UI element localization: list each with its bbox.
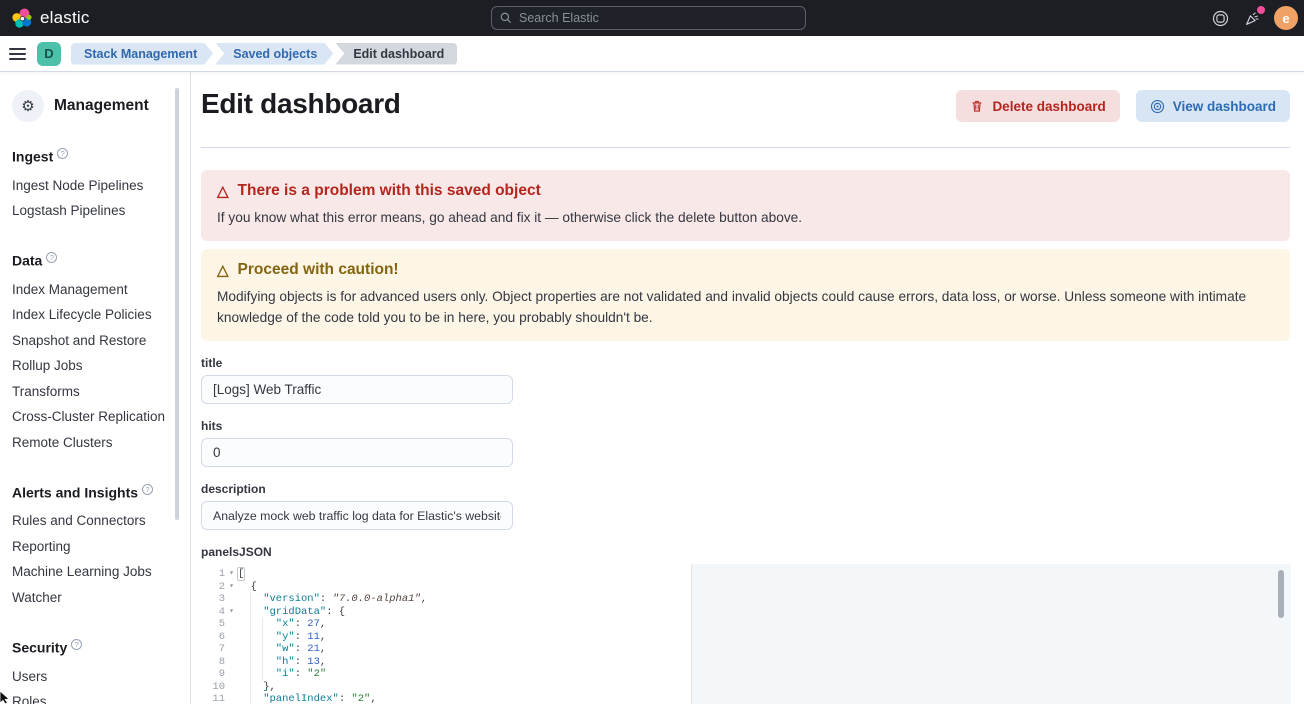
- sidebar-item-roles[interactable]: Roles: [12, 691, 190, 704]
- code-line[interactable]: 3"version": "7.0.0-alpha1",: [201, 593, 1291, 606]
- code-line[interactable]: 9"i": "2": [201, 668, 1291, 681]
- sidebar-section-title: Security?: [12, 639, 190, 656]
- hits-input[interactable]: [201, 438, 513, 467]
- gear-icon: ⚙: [12, 90, 44, 122]
- error-callout: △︎ There is a problem with this saved ob…: [201, 170, 1290, 241]
- inspect-icon: [1150, 99, 1165, 114]
- main-content: Edit dashboard Delete dashboard View das…: [191, 72, 1304, 704]
- code-line[interactable]: 5"x": 27,: [201, 618, 1291, 631]
- warning-callout-title: Proceed with caution!: [238, 261, 399, 279]
- fold-arrow-icon[interactable]: ▾: [225, 581, 238, 594]
- code-line[interactable]: 7"w": 21,: [201, 643, 1291, 656]
- sidebar-item-transforms[interactable]: Transforms: [12, 381, 190, 403]
- sidebar-item-ingest-node-pipelines[interactable]: Ingest Node Pipelines: [12, 175, 190, 197]
- description-field-label: description: [201, 482, 1290, 496]
- divider: [201, 147, 1290, 148]
- sidebar-item-logstash-pipelines[interactable]: Logstash Pipelines: [12, 200, 190, 222]
- elastic-logo-icon: [12, 8, 32, 28]
- elastic-logo[interactable]: elastic: [0, 8, 102, 28]
- panels-json-editor[interactable]: 1▾[2▾{3"version": "7.0.0-alpha1",4▾"grid…: [201, 564, 1291, 704]
- sidebar-item-cross-cluster-replication[interactable]: Cross-Cluster Replication: [12, 406, 190, 428]
- delete-dashboard-button[interactable]: Delete dashboard: [956, 90, 1119, 122]
- page-title: Edit dashboard: [201, 88, 401, 120]
- sidebar-item-reporting[interactable]: Reporting: [12, 536, 190, 558]
- cloud-deployment-button[interactable]: [1210, 8, 1230, 28]
- breadcrumb-current-page: Edit dashboard: [335, 43, 457, 65]
- sidebar-item-index-management[interactable]: Index Management: [12, 279, 190, 301]
- title-field-label: title: [201, 356, 1290, 370]
- global-search[interactable]: [491, 6, 806, 30]
- sidebar-item-remote-clusters[interactable]: Remote Clusters: [12, 432, 190, 454]
- question-in-circle-icon: ?: [142, 484, 153, 495]
- sidebar-item-index-lifecycle-policies[interactable]: Index Lifecycle Policies: [12, 304, 190, 326]
- sidebar: ⚙ Management Ingest? Ingest Node Pipeline…: [0, 72, 191, 704]
- logo-text: elastic: [40, 8, 90, 28]
- hamburger-icon: [9, 48, 26, 50]
- warning-triangle-icon: △︎: [217, 263, 229, 278]
- sidebar-item-snapshot-and-restore[interactable]: Snapshot and Restore: [12, 330, 190, 352]
- breadcrumb: Stack Management Saved objects Edit dash…: [71, 43, 459, 65]
- question-in-circle-icon: ?: [46, 252, 57, 263]
- newsfeed-button[interactable]: [1242, 8, 1262, 28]
- sidebar-section-title: Ingest?: [12, 148, 190, 165]
- breadcrumb-stack-management[interactable]: Stack Management: [71, 43, 213, 65]
- panelsjson-field-label: panelsJSON: [201, 545, 1290, 559]
- warning-callout: △︎ Proceed with caution! Modifying objec…: [201, 249, 1290, 341]
- sidebar-scrollbar[interactable]: [175, 88, 179, 520]
- question-in-circle-icon: ?: [71, 639, 82, 650]
- sidebar-item-machine-learning-jobs[interactable]: Machine Learning Jobs: [12, 561, 190, 583]
- hits-field-label: hits: [201, 419, 1290, 433]
- header-actions: e: [1210, 0, 1298, 36]
- fold-arrow-icon[interactable]: ▾: [225, 606, 238, 619]
- sidebar-nav: Ingest? Ingest Node Pipelines Logstash Pip…: [12, 148, 190, 704]
- mouse-cursor: [0, 691, 13, 704]
- space-avatar[interactable]: D: [37, 42, 61, 66]
- view-dashboard-label: View dashboard: [1173, 99, 1276, 114]
- app-header: elastic e: [0, 0, 1304, 36]
- title-input[interactable]: [201, 375, 513, 404]
- code-line[interactable]: 6"y": 11,: [201, 631, 1291, 644]
- code-line[interactable]: 8"h": 13,: [201, 656, 1291, 669]
- code-line[interactable]: 11"panelIndex": "2",: [201, 693, 1291, 704]
- sidebar-item-users[interactable]: Users: [12, 666, 190, 688]
- global-search-input[interactable]: [519, 11, 797, 25]
- error-callout-body: If you know what this error means, go ah…: [217, 207, 1274, 228]
- sidebar-item-rules-and-connectors[interactable]: Rules and Connectors: [12, 510, 190, 532]
- question-in-circle-icon: ?: [57, 148, 68, 159]
- code-line[interactable]: 4▾"gridData": {: [201, 606, 1291, 619]
- sidebar-section-title: Data?: [12, 252, 190, 269]
- sidebar-item-rollup-jobs[interactable]: Rollup Jobs: [12, 355, 190, 377]
- code-line[interactable]: 2▾{: [201, 581, 1291, 594]
- sidebar-title: Management: [54, 97, 149, 115]
- description-input[interactable]: [201, 501, 513, 530]
- code-lines[interactable]: 1▾[2▾{3"version": "7.0.0-alpha1",4▾"grid…: [201, 564, 1291, 704]
- trash-icon: [970, 99, 984, 113]
- delete-dashboard-label: Delete dashboard: [992, 99, 1105, 114]
- notification-dot: [1257, 6, 1265, 14]
- cloud-deployment-icon: [1212, 10, 1229, 27]
- breadcrumb-saved-objects[interactable]: Saved objects: [215, 43, 333, 65]
- warning-callout-body: Modifying objects is for advanced users …: [217, 286, 1274, 328]
- code-line[interactable]: 1▾[: [201, 568, 1291, 581]
- sidebar-item-watcher[interactable]: Watcher: [12, 587, 190, 609]
- user-avatar[interactable]: e: [1274, 6, 1298, 30]
- code-line[interactable]: 10},: [201, 681, 1291, 694]
- view-dashboard-button[interactable]: View dashboard: [1136, 90, 1290, 122]
- alert-triangle-icon: △︎: [217, 184, 229, 199]
- search-icon: [500, 12, 512, 24]
- editor-scrollbar[interactable]: [1278, 570, 1284, 618]
- menu-button[interactable]: [0, 36, 34, 72]
- error-callout-title: There is a problem with this saved objec…: [238, 182, 541, 200]
- breadcrumb-bar: D Stack Management Saved objects Edit da…: [0, 36, 1304, 72]
- sidebar-section-title: Alerts and Insights?: [12, 484, 190, 501]
